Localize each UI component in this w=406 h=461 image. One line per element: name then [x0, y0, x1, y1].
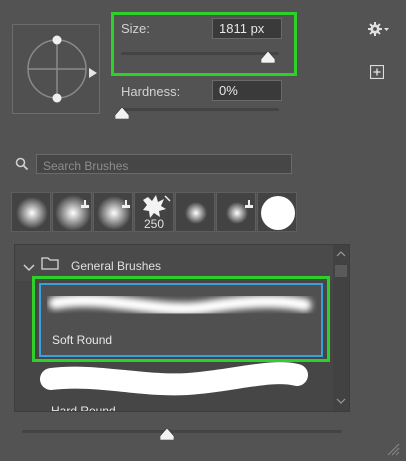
- angle-arrow-icon[interactable]: [89, 65, 97, 83]
- preset-badge-icon: [245, 195, 253, 208]
- chevron-down-icon[interactable]: [23, 259, 35, 277]
- recent-brush-splatter[interactable]: 250: [134, 192, 174, 232]
- recent-brush-soft-5[interactable]: [216, 192, 256, 232]
- recent-brush-hard[interactable]: [257, 192, 297, 232]
- brush-angle-preview[interactable]: [12, 24, 100, 114]
- list-scrollbar[interactable]: [333, 245, 349, 411]
- scroll-up-icon[interactable]: [336, 251, 346, 257]
- plus-square-icon[interactable]: [369, 64, 385, 84]
- resize-grip-icon[interactable]: [386, 442, 400, 461]
- hardness-slider-track[interactable]: [121, 108, 279, 111]
- recent-brush-soft-1[interactable]: [11, 192, 51, 232]
- hard-round-stroke-preview: [40, 362, 308, 396]
- recent-brush-soft-3[interactable]: [93, 192, 133, 232]
- brush-name: Hard Round: [51, 404, 116, 412]
- recent-brush-soft-2[interactable]: [52, 192, 92, 232]
- brush-highlight: [32, 276, 330, 362]
- preset-badge-icon: [122, 195, 130, 208]
- brush-size-count: 250: [143, 217, 165, 231]
- search-input[interactable]: [43, 159, 285, 173]
- hardness-field[interactable]: 0%: [212, 80, 282, 101]
- recent-brushes: 250: [11, 192, 297, 232]
- gear-icon[interactable]: [368, 21, 390, 42]
- scroll-down-icon[interactable]: [336, 398, 346, 404]
- recent-brush-soft-4[interactable]: [175, 192, 215, 232]
- search-brushes-field[interactable]: [36, 154, 292, 174]
- size-highlight: [111, 12, 297, 76]
- hardness-label: Hardness:: [121, 84, 181, 99]
- preset-badge-icon: [81, 195, 89, 208]
- folder-icon: [41, 257, 59, 275]
- preview-size-slider-track[interactable]: [22, 430, 342, 433]
- brush-hard-round[interactable]: Hard Round: [39, 361, 323, 412]
- search-icon: [15, 157, 29, 176]
- brush-group-name: General Brushes: [71, 259, 162, 273]
- scrollbar-thumb[interactable]: [335, 265, 347, 277]
